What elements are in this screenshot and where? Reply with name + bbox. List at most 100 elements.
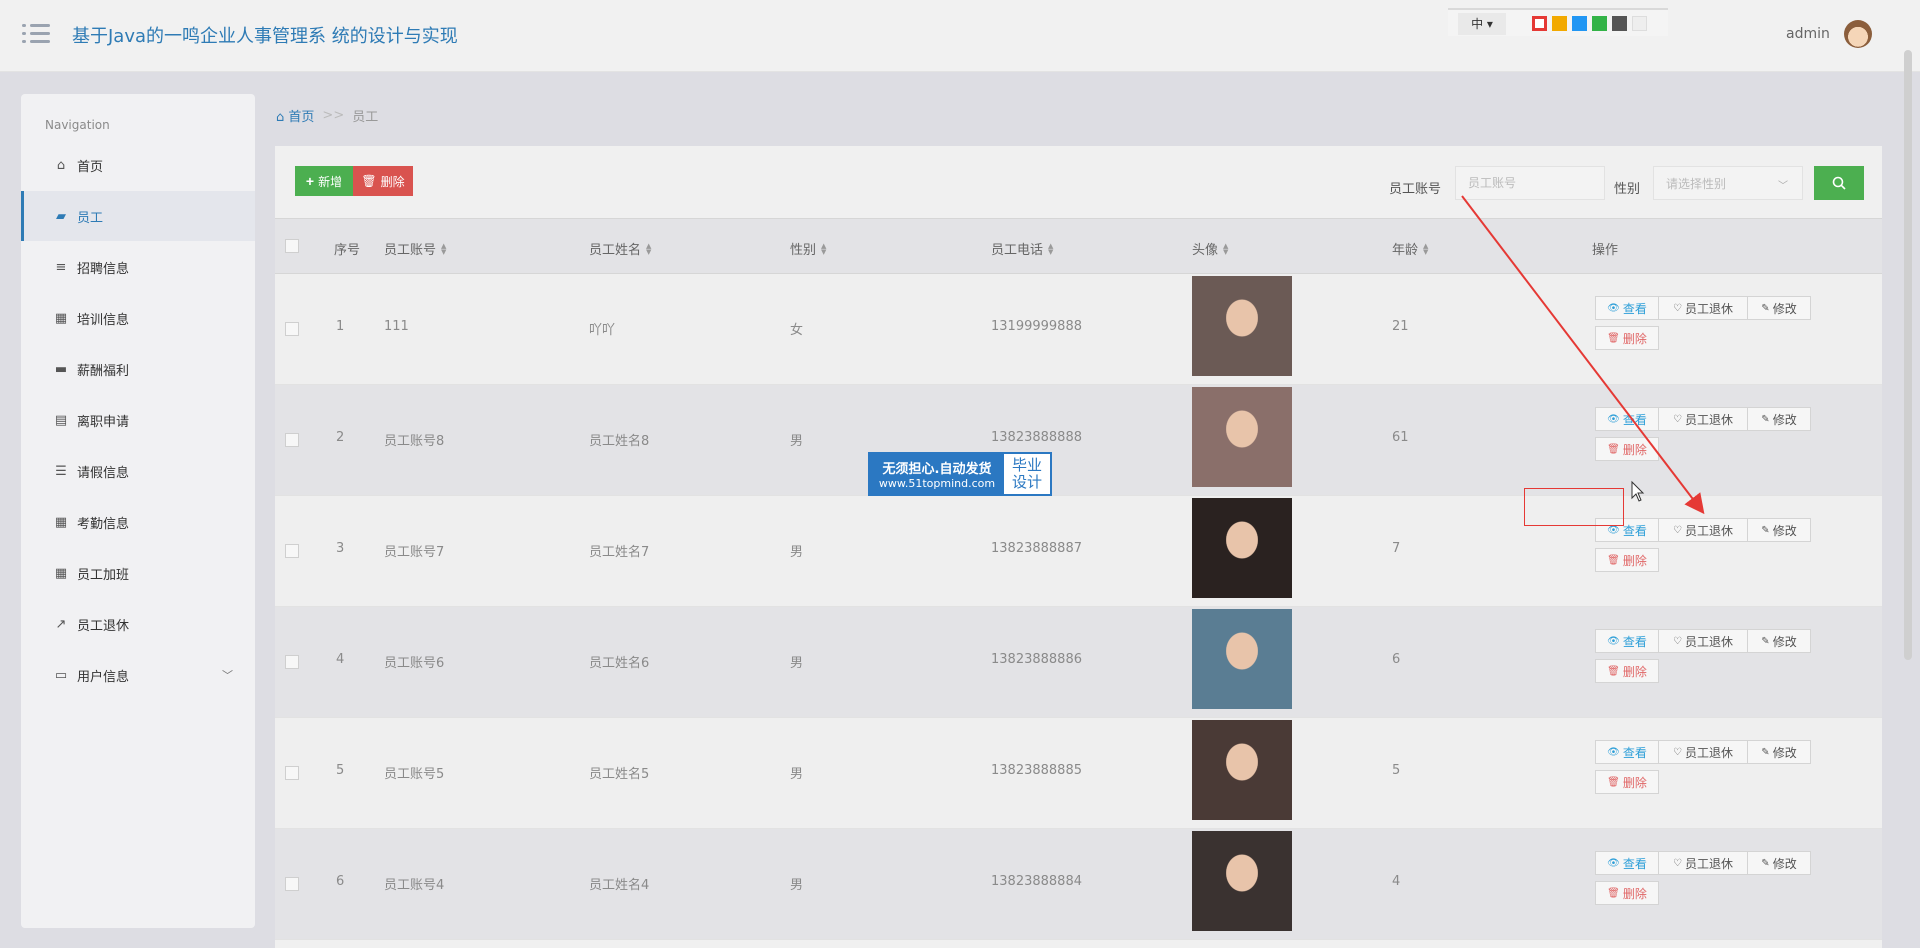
table-row: 4 员工账号6 员工姓名6 男 13823888886 6 👁 查看 ♡ 员工退休 ✎ 修改 🗑 删除: [275, 607, 1882, 718]
row-delete-button[interactable]: 🗑 删除: [1595, 326, 1659, 350]
theme-swatch[interactable]: [1612, 16, 1627, 31]
theme-swatch[interactable]: [1532, 16, 1547, 31]
cell-account: 员工账号4: [384, 878, 445, 893]
sidebar-item-label: 招聘信息: [77, 261, 130, 277]
employee-photo[interactable]: [1192, 276, 1292, 376]
employee-photo[interactable]: [1192, 498, 1292, 598]
table-row: 1 111 吖吖女 13199999888 21 👁 查看 ♡ 员工退休 ✎ 修改 🗑 删除: [275, 274, 1882, 385]
cell-phone: 13823888885: [991, 763, 1082, 778]
row-checkbox[interactable]: [285, 655, 299, 669]
retire-button[interactable]: ♡ 员工退休: [1658, 851, 1748, 875]
row-delete-button[interactable]: 🗑 删除: [1595, 659, 1659, 683]
row-checkbox[interactable]: [285, 433, 299, 447]
view-button[interactable]: 👁 查看: [1595, 851, 1659, 875]
column-header-photo[interactable]: 头像 ▲ ▼: [1192, 239, 1228, 258]
edit-button[interactable]: ✎ 修改: [1747, 296, 1811, 320]
row-checkbox[interactable]: [285, 544, 299, 558]
sidebar-item[interactable]: ▬ 薪酬福利: [21, 344, 255, 394]
employee-photo[interactable]: [1192, 831, 1292, 931]
row-checkbox[interactable]: [285, 322, 299, 336]
monitor-icon: ▬: [54, 361, 68, 377]
select-all-checkbox[interactable]: [285, 239, 299, 253]
employee-photo[interactable]: [1192, 609, 1292, 709]
cell-age: 4: [1392, 874, 1401, 889]
retire-button[interactable]: ♡ 员工退休: [1658, 629, 1748, 653]
sort-icon[interactable]: ▲ ▼: [646, 242, 651, 255]
retire-button[interactable]: ♡ 员工退休: [1658, 740, 1748, 764]
row-delete-button[interactable]: 🗑 删除: [1595, 437, 1659, 461]
breadcrumb-current: 员工: [352, 110, 379, 125]
sidebar-item-label: 首页: [77, 159, 104, 175]
theme-swatch[interactable]: [1572, 16, 1587, 31]
employee-photo[interactable]: [1192, 387, 1292, 487]
theme-language-bar: 中 ▾: [1448, 8, 1668, 36]
row-checkbox[interactable]: [285, 877, 299, 891]
sidebar-item[interactable]: ≡ 招聘信息: [21, 242, 255, 292]
search-button[interactable]: [1814, 166, 1864, 200]
page-scrollbar[interactable]: [1904, 50, 1912, 660]
edit-button[interactable]: ✎ 修改: [1747, 851, 1811, 875]
table-row: 6 员工账号4 员工姓名4 男 13823888884 4 👁 查看 ♡ 员工退休 ✎ 修改 🗑 删除: [275, 829, 1882, 940]
account-search-input[interactable]: [1455, 166, 1605, 200]
column-header-gender[interactable]: 性别 ▲ ▼: [790, 239, 826, 258]
cell-account: 员工账号6: [384, 656, 445, 671]
gender-select[interactable]: 请选择性别 ﹀: [1653, 166, 1803, 200]
breadcrumb-home[interactable]: ⌂ 首页: [276, 106, 314, 125]
column-header-age[interactable]: 年龄 ▲ ▼: [1392, 239, 1428, 258]
cell-no: 1: [336, 319, 345, 334]
chevron-down-icon: ﹀: [1778, 181, 1788, 192]
view-button[interactable]: 👁 查看: [1595, 740, 1659, 764]
user-name[interactable]: admin: [1786, 26, 1830, 42]
edit-button[interactable]: ✎ 修改: [1747, 740, 1811, 764]
sort-icon[interactable]: ▲ ▼: [441, 242, 446, 255]
row-checkbox[interactable]: [285, 766, 299, 780]
row-delete-button[interactable]: 🗑 删除: [1595, 770, 1659, 794]
edit-button[interactable]: ✎ 修改: [1747, 629, 1811, 653]
sidebar-item[interactable]: ▰ 员工: [21, 191, 255, 241]
side-navigation: Navigation ⌂ 首页 ▰ 员工 ≡ 招聘信息 ▦ 培训信息 ▬ 薪酬福利 ▤ 离职申请 ☰ 请假…: [21, 94, 255, 928]
edit-button[interactable]: ✎ 修改: [1747, 518, 1811, 542]
row-delete-button[interactable]: 🗑 删除: [1595, 881, 1659, 905]
sidebar-item[interactable]: ▤ 离职申请: [21, 395, 255, 445]
heart-icon: ♡: [1673, 746, 1682, 758]
bulk-delete-button[interactable]: 🗑 删除: [353, 166, 413, 196]
sort-icon[interactable]: ▲ ▼: [821, 242, 826, 255]
view-button[interactable]: 👁 查看: [1595, 629, 1659, 653]
theme-swatch[interactable]: [1632, 16, 1647, 31]
sidebar-item[interactable]: ▦ 考勤信息: [21, 497, 255, 547]
view-button[interactable]: 👁 查看: [1595, 407, 1659, 431]
edit-icon: ✎: [1761, 302, 1770, 314]
edit-button[interactable]: ✎ 修改: [1747, 407, 1811, 431]
sidebar-item[interactable]: ▦ 员工加班: [21, 548, 255, 598]
row-delete-button-label: 删除: [1622, 775, 1647, 790]
language-dropdown[interactable]: 中 ▾: [1458, 13, 1506, 35]
retire-button-label: 员工退休: [1684, 523, 1733, 538]
sidebar-item[interactable]: ⌂ 首页: [21, 140, 255, 190]
column-header-name[interactable]: 员工姓名 ▲ ▼: [589, 239, 651, 258]
eye-icon: 👁: [1607, 413, 1620, 425]
sort-icon[interactable]: ▲ ▼: [1223, 242, 1228, 255]
sort-icon[interactable]: ▲ ▼: [1423, 242, 1428, 255]
sidebar-item[interactable]: ▦ 培训信息: [21, 293, 255, 343]
table-row: 2 员工账号8 员工姓名8 男 13823888888 61 👁 查看 ♡ 员工退休 ✎ 修改 🗑 删除: [275, 385, 1882, 496]
theme-swatch[interactable]: [1592, 16, 1607, 31]
sort-icon[interactable]: ▲ ▼: [1048, 242, 1053, 255]
sidebar-item[interactable]: ↗ 员工退休: [21, 599, 255, 649]
column-header-phone[interactable]: 员工电话 ▲ ▼: [991, 239, 1053, 258]
menu-toggle-icon[interactable]: [22, 22, 50, 46]
sidebar-item[interactable]: ☰ 请假信息: [21, 446, 255, 496]
heart-icon: ♡: [1673, 524, 1682, 536]
sidebar-item[interactable]: ▭ 用户信息 ﹀: [21, 650, 255, 700]
cell-gender: 男: [790, 878, 804, 893]
user-avatar[interactable]: [1844, 20, 1872, 48]
theme-swatch[interactable]: [1552, 16, 1567, 31]
row-delete-button[interactable]: 🗑 删除: [1595, 548, 1659, 572]
retire-button[interactable]: ♡ 员工退休: [1658, 518, 1748, 542]
retire-button[interactable]: ♡ 员工退休: [1658, 296, 1748, 320]
column-header-account[interactable]: 员工账号 ▲ ▼: [384, 239, 446, 258]
employee-photo[interactable]: [1192, 720, 1292, 820]
breadcrumb: ⌂ 首页 >> 员工: [276, 106, 378, 125]
add-button[interactable]: + 新增: [295, 166, 353, 196]
retire-button[interactable]: ♡ 员工退休: [1658, 407, 1748, 431]
view-button[interactable]: 👁 查看: [1595, 296, 1659, 320]
